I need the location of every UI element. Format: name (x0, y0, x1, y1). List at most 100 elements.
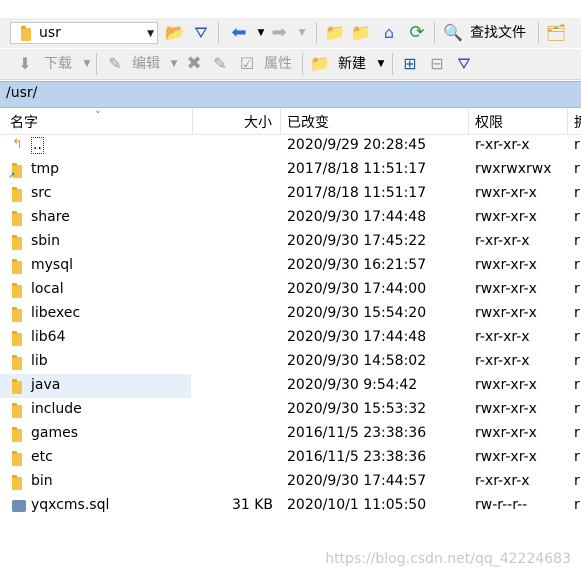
forward-arrow-icon[interactable]: ➡ (268, 22, 290, 44)
folder-icon (21, 26, 31, 41)
file-row[interactable]: bin 2020/9/30 17:44:57 r-xr-xr-x r (0, 470, 581, 494)
file-row[interactable]: src 2017/8/18 11:51:17 rwxr-xr-x r (0, 182, 581, 206)
current-path-bar: /usr/ (0, 81, 581, 108)
file-row[interactable]: mysql 2020/9/30 16:21:57 rwxr-xr-x r (0, 254, 581, 278)
folder-icon (12, 403, 22, 418)
file-name[interactable]: sbin (31, 233, 60, 249)
column-header-modified[interactable]: 已改变 (287, 112, 329, 132)
file-size: 31 KB (231, 497, 273, 513)
filter-select-icon[interactable]: ⛛ (453, 53, 475, 75)
path-combobox[interactable]: usr ▼ (10, 22, 158, 44)
rename-icon[interactable]: ✎ (209, 53, 231, 75)
select-all-icon[interactable]: ⊞ (399, 53, 421, 75)
file-name[interactable]: lib (31, 353, 48, 369)
folder-icon (12, 283, 22, 298)
file-modified: 2016/11/5 23:38:36 (287, 425, 427, 441)
file-name[interactable]: yqxcms.sql (31, 497, 109, 513)
file-owner: r (574, 257, 580, 273)
parent-folder-icon: ↰ (12, 137, 23, 152)
file-rights: r-xr-xr-x (475, 233, 530, 249)
unselect-icon[interactable]: ⊟ (426, 53, 448, 75)
file-name[interactable]: java (31, 377, 60, 393)
selection-highlight (0, 374, 191, 398)
file-name[interactable]: etc (31, 449, 53, 465)
new-button[interactable]: 新建 (338, 53, 366, 75)
find-files-label[interactable]: 查找文件 (470, 22, 526, 44)
file-owner: r (574, 497, 580, 513)
download-dropdown-icon[interactable]: ▼ (76, 53, 98, 75)
file-row[interactable]: games 2016/11/5 23:38:36 rwxr-xr-x r (0, 422, 581, 446)
file-rights: r-xr-xr-x (475, 473, 530, 489)
file-modified: 2020/9/30 16:21:57 (287, 257, 427, 273)
folder-icon (12, 331, 22, 346)
new-dropdown-icon[interactable]: ▼ (370, 53, 392, 75)
properties-button[interactable]: 属性 (264, 53, 292, 75)
back-arrow-icon[interactable]: ⬅ (228, 22, 250, 44)
file-name[interactable]: include (31, 401, 82, 417)
file-row[interactable]: ↰.. 2020/9/29 20:28:45 r-xr-xr-x r (0, 134, 581, 158)
download-icon[interactable]: ⬇ (14, 53, 36, 75)
file-name[interactable]: libexec (31, 305, 80, 321)
new-folder-icon[interactable]: 📁 (309, 53, 331, 75)
folder-icon (12, 427, 22, 442)
chevron-down-icon[interactable]: ▼ (147, 29, 154, 39)
file-row[interactable]: lib 2020/9/30 14:58:02 r-xr-xr-x r (0, 350, 581, 374)
file-name[interactable]: tmp (31, 161, 59, 177)
filter-icon[interactable]: ⛛ (190, 22, 212, 44)
file-name[interactable]: .. (31, 137, 44, 154)
file-rights: rwxr-xr-x (475, 425, 537, 441)
find-icon[interactable]: 🔍 (442, 22, 464, 44)
folder-icon (12, 379, 22, 394)
file-name[interactable]: local (31, 281, 64, 297)
file-name[interactable]: lib64 (31, 329, 65, 345)
download-button[interactable]: 下载 (44, 53, 72, 75)
file-owner: r (574, 161, 580, 177)
file-owner: r (574, 209, 580, 225)
file-row[interactable]: include 2020/9/30 15:53:32 rwxr-xr-x r (0, 398, 581, 422)
column-divider[interactable] (468, 108, 469, 134)
open-folder-icon[interactable]: 📂 (164, 22, 186, 44)
column-header-size[interactable]: 大小 (244, 112, 272, 132)
edit-button[interactable]: 编辑 (132, 53, 160, 75)
column-header-name[interactable]: 名字 (10, 112, 38, 132)
file-row[interactable]: lib64 2020/9/30 17:44:48 r-xr-xr-x r (0, 326, 581, 350)
file-row[interactable]: sbin 2020/9/30 17:45:22 r-xr-xr-x r (0, 230, 581, 254)
file-row[interactable]: yqxcms.sql 31 KB 2020/10/1 11:05:50 rw-r--r… (0, 494, 581, 518)
edit-icon[interactable]: ✎ (104, 53, 126, 75)
file-name[interactable]: share (31, 209, 70, 225)
file-rights: rwxr-xr-x (475, 185, 537, 201)
file-name[interactable]: mysql (31, 257, 73, 273)
file-row[interactable]: etc 2016/11/5 23:38:36 rwxr-xr-x r (0, 446, 581, 470)
file-owner: r (574, 353, 580, 369)
refresh-icon[interactable]: ⟳ (406, 22, 428, 44)
tree-view-icon[interactable]: 🗂 (545, 22, 567, 44)
file-row[interactable]: java 2020/9/30 9:54:42 rwxr-xr-x r (0, 374, 581, 398)
parent-directory-icon[interactable]: 📁 (324, 22, 346, 44)
delete-icon[interactable]: ✖ (183, 53, 205, 75)
file-name[interactable]: src (31, 185, 51, 201)
folder-icon (12, 475, 22, 490)
file-row[interactable]: libexec 2020/9/30 15:54:20 rwxr-xr-x r (0, 302, 581, 326)
file-modified: 2017/8/18 11:51:17 (287, 161, 427, 177)
home-icon[interactable]: ⌂ (378, 22, 400, 44)
file-name[interactable]: games (31, 425, 78, 441)
forward-dropdown-icon[interactable]: ▼ (291, 22, 313, 44)
root-directory-icon[interactable]: 📁 (350, 22, 372, 44)
column-header-owner[interactable]: 拥 (574, 112, 581, 132)
column-divider[interactable] (567, 108, 568, 134)
file-row[interactable]: ↗ tmp 2017/8/18 11:51:17 rwxrwxrwx r (0, 158, 581, 182)
column-divider[interactable] (280, 108, 281, 134)
toolbar-navigation: usr ▼ 📂 ⛛ ⬅ ▼ ➡ ▼ 📁 📁 ⌂ ⟳ 🔍 查找文件 🗂 (0, 18, 581, 48)
file-row[interactable]: local 2020/9/30 17:44:00 rwxr-xr-x r (0, 278, 581, 302)
folder-icon (12, 211, 22, 226)
file-modified: 2020/9/30 9:54:42 (287, 377, 418, 393)
path-combobox-value: usr (39, 25, 61, 41)
file-name[interactable]: bin (31, 473, 53, 489)
properties-icon[interactable]: ☑ (236, 53, 258, 75)
file-rights: rwxr-xr-x (475, 209, 537, 225)
edit-dropdown-icon[interactable]: ▼ (163, 53, 185, 75)
file-owner: r (574, 137, 580, 153)
file-row[interactable]: share 2020/9/30 17:44:48 rwxr-xr-x r (0, 206, 581, 230)
column-divider[interactable] (192, 108, 193, 134)
column-header-rights[interactable]: 权限 (475, 112, 503, 132)
